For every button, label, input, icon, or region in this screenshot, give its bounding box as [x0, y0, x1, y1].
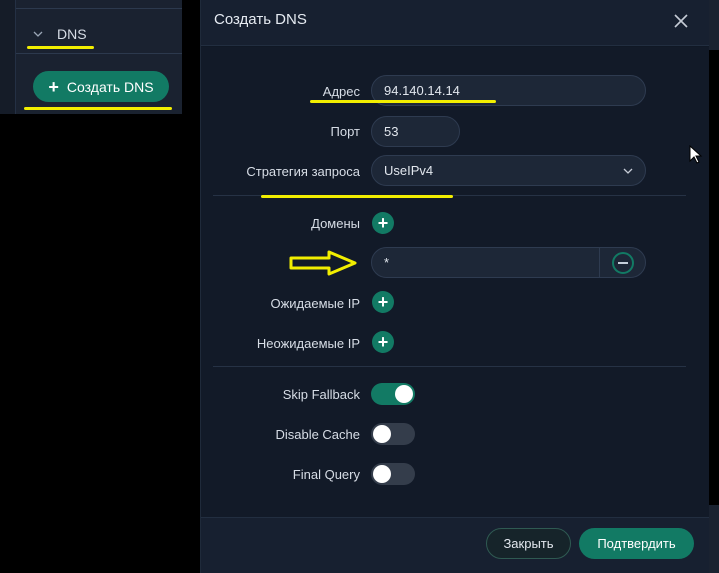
strategy-label: Стратегия запроса: [246, 164, 360, 179]
final-query-toggle[interactable]: [371, 463, 415, 485]
close-button[interactable]: Закрыть: [486, 528, 571, 559]
plus-icon: +: [377, 213, 389, 233]
add-unexpected-ip-button[interactable]: +: [372, 331, 394, 353]
strategy-value: UseIPv4: [384, 163, 434, 178]
highlight-underline: [27, 46, 94, 49]
domain-input[interactable]: *: [371, 247, 646, 278]
toggle-knob: [395, 385, 413, 403]
port-input[interactable]: 53: [371, 116, 460, 147]
plus-icon: +: [48, 76, 59, 97]
highlight-underline: [261, 195, 453, 198]
dialog-body: [201, 47, 709, 517]
add-expected-ip-button[interactable]: +: [372, 291, 394, 313]
input-separator: [599, 248, 600, 277]
window-edge: [709, 0, 719, 573]
highlight-underline: [24, 107, 172, 110]
mouse-cursor-icon: [689, 145, 703, 164]
confirm-button[interactable]: Подтвердить: [579, 528, 694, 559]
create-dns-dialog: Создать DNS Адрес 94.140.14.14 Порт 53 С…: [200, 0, 709, 573]
window-edge: [709, 505, 719, 573]
address-label: Адрес: [322, 84, 360, 99]
add-domain-button[interactable]: +: [372, 212, 394, 234]
strategy-select[interactable]: UseIPv4: [371, 155, 646, 186]
chevron-down-icon: [623, 168, 633, 174]
plus-icon: +: [377, 292, 389, 312]
disable-cache-toggle[interactable]: [371, 423, 415, 445]
sidebar-divider: [16, 53, 182, 54]
section-divider: [213, 366, 686, 367]
port-label: Порт: [330, 124, 360, 139]
dns-section-label: DNS: [57, 26, 87, 42]
remove-domain-button[interactable]: [612, 252, 634, 274]
create-dns-button[interactable]: + Создать DNS: [33, 71, 169, 102]
expected-ip-label: Ожидаемые IP: [270, 296, 360, 311]
chevron-down-icon: [33, 31, 43, 37]
toggle-knob: [373, 425, 391, 443]
skip-fallback-toggle[interactable]: [371, 383, 415, 405]
domains-label: Домены: [311, 216, 360, 231]
disable-cache-label: Disable Cache: [275, 427, 360, 442]
final-query-label: Final Query: [292, 467, 360, 482]
sidebar-strip: [0, 0, 16, 114]
create-dns-label: Создать DNS: [66, 78, 154, 95]
dialog-header: Создать DNS: [201, 0, 709, 46]
window-edge: [709, 0, 719, 50]
sidebar-divider: [16, 8, 182, 9]
arrow-right-icon: [289, 250, 357, 276]
skip-fallback-label: Skip Fallback: [282, 387, 360, 402]
dns-section-header[interactable]: DNS: [33, 24, 87, 44]
highlight-underline: [310, 100, 496, 103]
minus-icon: [618, 262, 628, 264]
unexpected-ip-label: Неожидаемые IP: [256, 336, 360, 351]
dialog-title: Создать DNS: [214, 11, 307, 28]
close-icon[interactable]: [673, 13, 689, 29]
plus-icon: +: [377, 332, 389, 352]
toggle-knob: [373, 465, 391, 483]
